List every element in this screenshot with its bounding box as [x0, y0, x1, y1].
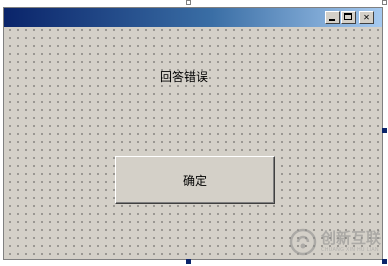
form-design-surface[interactable] [3, 7, 383, 260]
resize-handle-top-right [382, 0, 387, 5]
message-label: 回答错误 [159, 70, 208, 84]
resize-handle-right[interactable] [382, 128, 387, 133]
minimize-button[interactable] [325, 11, 340, 24]
ok-button[interactable]: 确定 [115, 156, 275, 204]
minimize-icon [329, 19, 335, 21]
designer-canvas: ✕ 回答错误 确定 创新互联 CHUANG XIN HU LIAN [0, 0, 388, 266]
watermark-text: 创新互联 [321, 229, 382, 247]
resize-handle-top [186, 0, 191, 5]
resize-handle-bottom[interactable] [186, 259, 191, 264]
watermark-logo-icon [289, 228, 317, 256]
close-button[interactable]: ✕ [359, 11, 374, 24]
maximize-icon [344, 13, 352, 20]
maximize-button[interactable] [341, 11, 356, 24]
watermark: 创新互联 CHUANG XIN HU LIAN [287, 224, 387, 260]
watermark-subtext: CHUANG XIN HU LIAN [321, 247, 379, 253]
close-icon: ✕ [363, 12, 370, 23]
